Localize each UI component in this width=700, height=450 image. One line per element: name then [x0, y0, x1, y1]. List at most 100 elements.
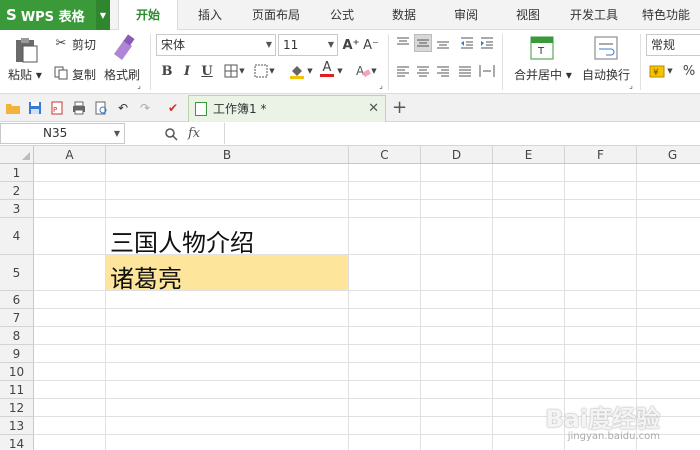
align-middle-icon[interactable]: [414, 34, 432, 52]
font-size-value: 11: [283, 38, 299, 52]
row-header-4[interactable]: 4: [0, 218, 34, 255]
row-header-2[interactable]: 2: [0, 182, 34, 200]
distributed-align-icon[interactable]: [478, 62, 496, 80]
app-menu-button[interactable]: S WPS 表格 ▼: [0, 0, 110, 30]
print-preview-icon[interactable]: [92, 99, 110, 117]
row-header-11[interactable]: 11: [0, 381, 34, 399]
currency-icon[interactable]: ¥: [648, 62, 666, 80]
cell-b4[interactable]: 三国人物介绍: [110, 223, 254, 258]
chevron-down-icon[interactable]: ▼: [370, 62, 378, 80]
copy-button[interactable]: 复制: [72, 66, 96, 83]
justify-icon[interactable]: [456, 62, 474, 80]
document-tab[interactable]: 工作簿1 * ✕: [188, 95, 386, 122]
column-header-g[interactable]: G: [637, 146, 700, 164]
copy-icon[interactable]: [52, 64, 70, 82]
cell-b5[interactable]: 诸葛亮: [110, 259, 182, 294]
tab-view[interactable]: 视图: [506, 0, 550, 30]
decrease-indent-icon[interactable]: [458, 34, 476, 52]
align-top-icon[interactable]: [394, 34, 412, 52]
chevron-down-icon[interactable]: ▼: [114, 124, 120, 143]
customize-toolbar-icon[interactable]: ✔: [164, 99, 182, 117]
chevron-down-icon[interactable]: ▼: [268, 62, 276, 80]
row-header-7[interactable]: 7: [0, 309, 34, 327]
insert-function-button[interactable]: fx: [188, 124, 200, 144]
tab-data[interactable]: 数据: [382, 0, 426, 30]
row-header-14[interactable]: 14: [0, 435, 34, 450]
column-header-b[interactable]: B: [106, 146, 349, 164]
chevron-down-icon[interactable]: ▼: [306, 62, 314, 80]
wrap-text-button[interactable]: 自动换行: [582, 66, 630, 83]
row-header-1[interactable]: 1: [0, 164, 34, 182]
row-header-10[interactable]: 10: [0, 363, 34, 381]
column-header-d[interactable]: D: [421, 146, 493, 164]
redo-icon[interactable]: ↷: [136, 99, 154, 117]
align-left-icon[interactable]: [394, 62, 412, 80]
zoom-search-icon[interactable]: [164, 124, 178, 144]
format-painter-icon[interactable]: [110, 34, 136, 62]
paste-icon[interactable]: [12, 36, 40, 64]
grow-font-icon[interactable]: A⁺: [342, 36, 360, 54]
chevron-down-icon[interactable]: ▼: [96, 0, 110, 30]
name-box[interactable]: N35 ▼: [0, 123, 125, 144]
chevron-down-icon[interactable]: ▼: [336, 62, 344, 80]
row-header-3[interactable]: 3: [0, 200, 34, 218]
new-tab-icon[interactable]: +: [392, 96, 407, 120]
tab-home[interactable]: 开始: [118, 0, 178, 31]
fill-color-icon[interactable]: [288, 62, 306, 80]
number-format-select[interactable]: 常规: [646, 34, 700, 56]
column-header-c[interactable]: C: [349, 146, 421, 164]
column-header-e[interactable]: E: [493, 146, 565, 164]
tab-special[interactable]: 特色功能: [636, 0, 696, 30]
chevron-down-icon[interactable]: ▼: [666, 62, 674, 80]
row-header-8[interactable]: 8: [0, 327, 34, 345]
shrink-font-icon[interactable]: A⁻: [362, 36, 380, 54]
merge-center-button[interactable]: 合并居中 ▾: [514, 66, 572, 83]
chevron-down-icon[interactable]: ▼: [238, 62, 246, 80]
scissors-icon[interactable]: ✂: [52, 34, 70, 52]
row-header-13[interactable]: 13: [0, 417, 34, 435]
percent-button[interactable]: %: [680, 62, 698, 80]
gridline: [34, 362, 700, 363]
save-icon[interactable]: [26, 99, 44, 117]
tab-formulas[interactable]: 公式: [320, 0, 364, 30]
gridline: [348, 164, 349, 450]
open-folder-icon[interactable]: [4, 99, 22, 117]
formula-input[interactable]: [224, 123, 700, 144]
column-header-a[interactable]: A: [34, 146, 106, 164]
align-right-icon[interactable]: [434, 62, 452, 80]
alignment-expand-icon[interactable]: ⌟: [626, 80, 636, 90]
close-icon[interactable]: ✕: [368, 96, 379, 122]
export-pdf-icon[interactable]: P: [48, 99, 66, 117]
column-header-f[interactable]: F: [565, 146, 637, 164]
print-icon[interactable]: [70, 99, 88, 117]
bold-button[interactable]: B: [158, 62, 176, 80]
align-bottom-icon[interactable]: [434, 34, 452, 52]
tab-insert[interactable]: 插入: [188, 0, 232, 30]
italic-button[interactable]: I: [178, 62, 196, 80]
tab-page-layout[interactable]: 页面布局: [244, 0, 308, 30]
font-expand-icon[interactable]: ⌟: [376, 80, 386, 90]
font-color-icon[interactable]: A: [318, 60, 336, 78]
font-name-select[interactable]: 宋体 ▼: [156, 34, 276, 56]
paste-button[interactable]: 粘贴 ▾: [8, 66, 42, 83]
align-center-icon[interactable]: [414, 62, 432, 80]
gridline: [420, 164, 421, 450]
tab-review[interactable]: 审阅: [444, 0, 488, 30]
gridline: [34, 199, 700, 200]
row-header-5[interactable]: 5: [0, 255, 34, 291]
underline-button[interactable]: U: [198, 62, 216, 80]
row-header-12[interactable]: 12: [0, 399, 34, 417]
watermark-brand: Bai度经验: [545, 405, 660, 433]
select-all-corner[interactable]: [0, 146, 34, 164]
row-header-6[interactable]: 6: [0, 291, 34, 309]
increase-indent-icon[interactable]: [478, 34, 496, 52]
clipboard-expand-icon[interactable]: ⌟: [134, 80, 144, 90]
merge-center-icon[interactable]: T: [530, 36, 554, 60]
font-size-select[interactable]: 11 ▼: [278, 34, 338, 56]
undo-icon[interactable]: ↶: [114, 99, 132, 117]
gridline: [34, 308, 700, 309]
tab-developer[interactable]: 开发工具: [564, 0, 624, 30]
wrap-text-icon[interactable]: [594, 36, 618, 60]
row-header-9[interactable]: 9: [0, 345, 34, 363]
cut-button[interactable]: 剪切: [72, 36, 96, 53]
